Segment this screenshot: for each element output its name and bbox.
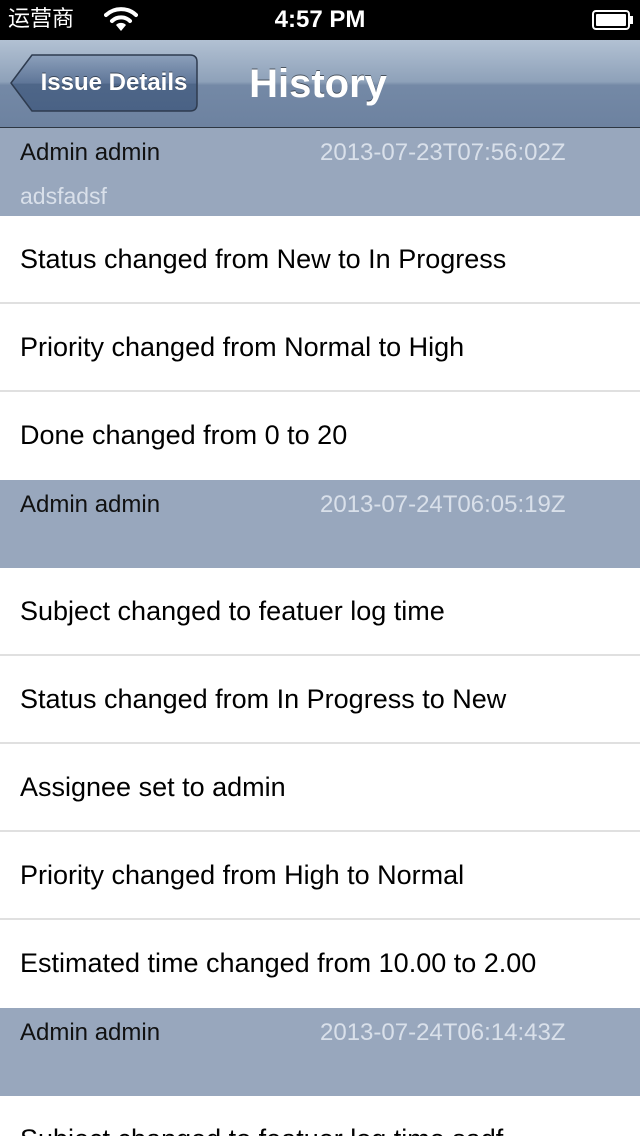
history-change-row[interactable]: Estimated time changed from 10.00 to 2.0… bbox=[0, 920, 640, 1008]
journal-notes: adsfadsf bbox=[20, 183, 107, 209]
journal-timestamp: 2013-07-23T07:56:02Z bbox=[320, 139, 566, 166]
change-text: Subject changed to featuer log time bbox=[20, 596, 445, 626]
change-text: Subject changed to featuer log time sadf bbox=[20, 1096, 503, 1136]
journal-header: Admin admin 2013-07-24T06:05:19Z bbox=[0, 480, 640, 568]
back-button[interactable]: Issue Details bbox=[10, 54, 198, 112]
journal-timestamp: 2013-07-24T06:14:43Z bbox=[320, 1019, 566, 1046]
history-change-row[interactable]: Done changed from 0 to 20 bbox=[0, 392, 640, 480]
journal-header: Admin admin 2013-07-23T07:56:02Z adsfads… bbox=[0, 128, 640, 216]
battery-icon bbox=[592, 10, 633, 30]
change-text: Status changed from New to In Progress bbox=[20, 244, 507, 274]
history-change-row[interactable]: Priority changed from High to Normal bbox=[0, 832, 640, 920]
change-text: Done changed from 0 to 20 bbox=[20, 420, 348, 450]
status-time: 4:57 PM bbox=[274, 6, 366, 33]
change-text: Priority changed from Normal to High bbox=[20, 332, 465, 362]
change-text: Assignee set to admin bbox=[20, 772, 286, 802]
journal-author: Admin admin bbox=[20, 139, 161, 166]
history-change-row[interactable]: Status changed from In Progress to New bbox=[0, 656, 640, 744]
page-title: History bbox=[249, 62, 387, 106]
navigation-bar: Issue Details History bbox=[0, 40, 640, 128]
change-text: Priority changed from High to Normal bbox=[20, 860, 465, 890]
history-change-row[interactable]: Subject changed to featuer log time bbox=[0, 568, 640, 656]
history-change-row[interactable]: Subject changed to featuer log time sadf bbox=[0, 1096, 640, 1136]
change-text: Status changed from In Progress to New bbox=[20, 684, 507, 714]
journal-author: Admin admin bbox=[20, 491, 161, 518]
status-bar: 运营商 4:57 PM bbox=[0, 0, 640, 40]
history-change-row[interactable]: Status changed from New to In Progress bbox=[0, 216, 640, 304]
journal-timestamp: 2013-07-24T06:05:19Z bbox=[320, 491, 566, 518]
journal-header: Admin admin 2013-07-24T06:14:43Z bbox=[0, 1008, 640, 1096]
history-change-row[interactable]: Priority changed from Normal to High bbox=[0, 304, 640, 392]
history-table: Admin admin 2013-07-23T07:56:02Z adsfads… bbox=[0, 128, 640, 1136]
back-button-label: Issue Details bbox=[40, 69, 188, 96]
journal-author: Admin admin bbox=[20, 1019, 161, 1046]
change-text: Estimated time changed from 10.00 to 2.0… bbox=[20, 948, 537, 978]
history-change-row[interactable]: Assignee set to admin bbox=[0, 744, 640, 832]
